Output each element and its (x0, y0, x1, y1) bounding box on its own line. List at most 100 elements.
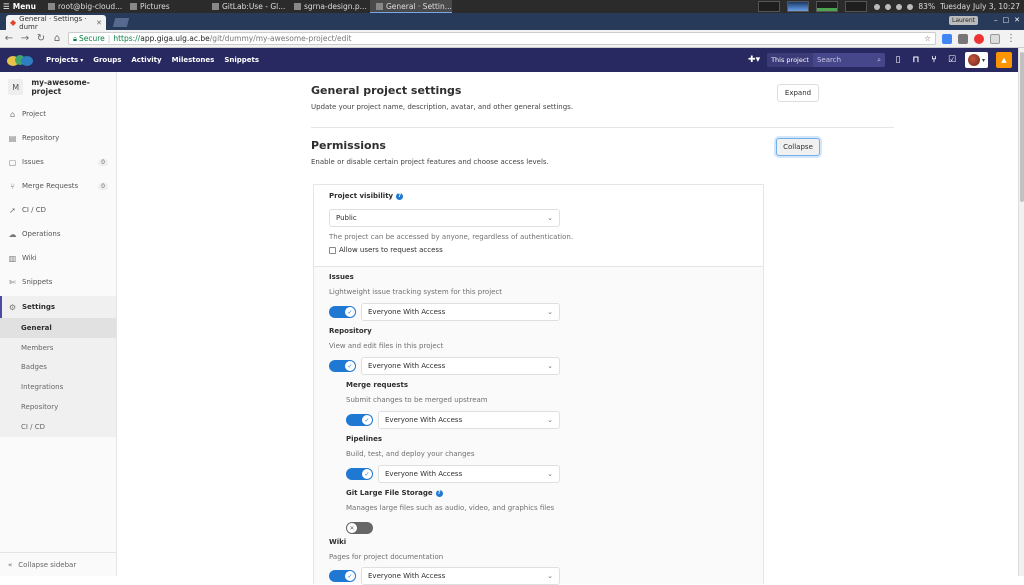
sidebar-item-repository[interactable]: ▤ Repository (0, 126, 116, 150)
issues-icon: ▢ (8, 157, 17, 167)
project-name: my-awesome-project (31, 78, 90, 96)
sidebar-item-merge-requests[interactable]: ⑂ Merge Requests 0 (0, 174, 116, 198)
search-input[interactable]: Search ⌕ (812, 53, 885, 67)
new-tab-button[interactable] (112, 18, 130, 27)
taskbar-task-active[interactable]: General · Settin... (369, 0, 452, 13)
settings-sub-repository[interactable]: Repository (0, 397, 116, 417)
settings-sub-badges[interactable]: Badges (0, 358, 116, 378)
nav-groups[interactable]: Groups (93, 56, 121, 64)
scrollbar-thumb[interactable] (1020, 52, 1024, 202)
settings-sub-integrations[interactable]: Integrations (0, 377, 116, 397)
nav-milestones[interactable]: Milestones (172, 56, 215, 64)
pipelines-toggle[interactable]: ✓ (346, 468, 373, 480)
browser-icon (375, 2, 383, 10)
wifi-icon[interactable] (896, 3, 903, 10)
home-icon[interactable]: ⌂ (52, 33, 62, 44)
bookmark-star-icon[interactable]: ☆ (924, 34, 931, 43)
browser-menu-icon[interactable]: ⋮ (1006, 33, 1016, 44)
extension-download-icon[interactable] (958, 33, 968, 44)
clock[interactable]: Tuesday July 3, 10:27 (940, 2, 1020, 11)
cpu-monitor (758, 1, 781, 12)
extension-mail-icon[interactable] (942, 33, 952, 44)
question-icon[interactable]: ? (435, 489, 443, 497)
issues-toggle[interactable]: ✓ (329, 306, 356, 318)
sidebar-item-snippets[interactable]: ✄ Snippets (0, 270, 116, 294)
visibility-select[interactable]: Public ⌄ (329, 209, 560, 227)
question-icon[interactable]: ? (396, 192, 404, 200)
taskbar-task[interactable]: Pictures (124, 0, 206, 13)
secure-indicator[interactable]: 🔒︎ Secure (73, 34, 105, 44)
cloud-icon: ☁︎ (8, 229, 17, 239)
shield-icon[interactable] (874, 3, 881, 10)
feature-desc: Pages for project documentation (329, 553, 444, 561)
chevron-down-icon: ▾ (80, 57, 84, 64)
todos-icon[interactable]: ▯ (893, 55, 903, 65)
document-icon (211, 3, 219, 10)
todo-check-icon[interactable]: ☑ (947, 55, 957, 65)
sidebar-project-header[interactable]: M my-awesome-project (0, 72, 116, 102)
issues-access-select[interactable]: Everyone With Access ⌄ (361, 303, 560, 321)
forward-icon[interactable]: → (20, 33, 30, 44)
expand-button[interactable]: Expand (777, 84, 819, 102)
extension-s-icon[interactable] (990, 33, 1000, 44)
sidebar-item-operations[interactable]: ☁︎ Operations (0, 222, 116, 246)
extension-record-icon[interactable] (974, 33, 984, 44)
lfs-toggle[interactable]: ✕ (346, 522, 373, 534)
taskbar-task[interactable]: root@big-cloud... (42, 0, 124, 13)
new-item-plus-icon[interactable]: ✚▾ (748, 55, 760, 65)
back-icon[interactable]: ← (4, 33, 14, 44)
close-tab-icon[interactable]: ✕ (96, 19, 102, 27)
bluetooth-icon[interactable] (885, 3, 892, 10)
sidebar-item-settings[interactable]: ⚙︎ Settings (0, 296, 116, 318)
page-scrollbar[interactable] (1018, 48, 1024, 576)
feature-desc: Lightweight issue tracking system for th… (329, 288, 503, 296)
merge-requests-count-badge: 0 (98, 182, 108, 190)
volume-icon[interactable] (907, 3, 914, 10)
merge-requests-icon[interactable]: ⑂ (929, 55, 939, 65)
sidebar-item-project[interactable]: ⌂ Project (0, 102, 116, 126)
pipelines-access-select[interactable]: Everyone With Access ⌄ (378, 465, 560, 483)
browser-tab[interactable]: ◆ General · Settings · dumr ✕ (6, 15, 106, 31)
settings-submenu: General Members Badges Integrations Repo… (0, 318, 116, 437)
minimize-icon[interactable]: – (994, 16, 998, 24)
collapse-sidebar-button[interactable]: « Collapse sidebar (0, 552, 117, 576)
merge-requests-access-select[interactable]: Everyone With Access ⌄ (378, 411, 560, 429)
nav-activity[interactable]: Activity (131, 56, 161, 64)
collapse-button[interactable]: Collapse (776, 138, 820, 156)
issues-icon[interactable]: ⊓ (911, 55, 921, 65)
settings-sub-general[interactable]: General (0, 318, 116, 338)
settings-sub-members[interactable]: Members (0, 338, 116, 358)
repository-access-select[interactable]: Everyone With Access ⌄ (361, 357, 560, 375)
merge-requests-toggle[interactable]: ✓ (346, 414, 373, 426)
settings-sub-ci-cd[interactable]: CI / CD (0, 417, 116, 437)
visibility-section: Project visibility ? Public ⌄ The projec… (314, 185, 763, 267)
request-access-checkbox[interactable] (329, 246, 336, 254)
wiki-book-icon: ▥ (8, 253, 17, 263)
feature-title: Pipelines (346, 435, 382, 443)
url-bar[interactable]: 🔒︎ Secure | https://app.giga.ulg.ac.be/gi… (68, 32, 936, 45)
performance-bar-icon[interactable]: ▲ (996, 52, 1012, 68)
wiki-access-select[interactable]: Everyone With Access ⌄ (361, 567, 560, 585)
check-icon: ✓ (345, 361, 355, 371)
x-icon: ✕ (347, 523, 357, 533)
repository-toggle[interactable]: ✓ (329, 360, 356, 372)
project-avatar: M (8, 79, 24, 95)
sidebar-item-wiki[interactable]: ▥ Wiki (0, 246, 116, 270)
taskbar-task[interactable]: sgrna-design.p... (288, 0, 370, 13)
sidebar-item-issues[interactable]: ▢ Issues 0 (0, 150, 116, 174)
issues-count-badge: 0 (98, 158, 108, 166)
os-menu-button[interactable]: ☰ Menu (0, 2, 42, 11)
reload-icon[interactable]: ↻ (36, 33, 46, 44)
user-menu-button[interactable]: ▾ (964, 52, 988, 68)
taskbar-task[interactable]: GitLab:Use - Gl... (206, 0, 288, 13)
browser-profile-badge[interactable]: Laurent (948, 16, 978, 25)
nav-projects[interactable]: Projects ▾ (46, 56, 83, 64)
features-section: Issues Lightweight issue tracking system… (314, 267, 763, 585)
giga-logo[interactable] (0, 48, 40, 72)
maximize-icon[interactable]: □ (1003, 16, 1010, 24)
wiki-toggle[interactable]: ✓ (329, 570, 356, 582)
url-separator: | (107, 34, 111, 43)
nav-snippets[interactable]: Snippets (224, 56, 259, 64)
sidebar-item-ci-cd[interactable]: ➚ CI / CD (0, 198, 116, 222)
close-icon[interactable]: ✕ (1014, 16, 1020, 24)
